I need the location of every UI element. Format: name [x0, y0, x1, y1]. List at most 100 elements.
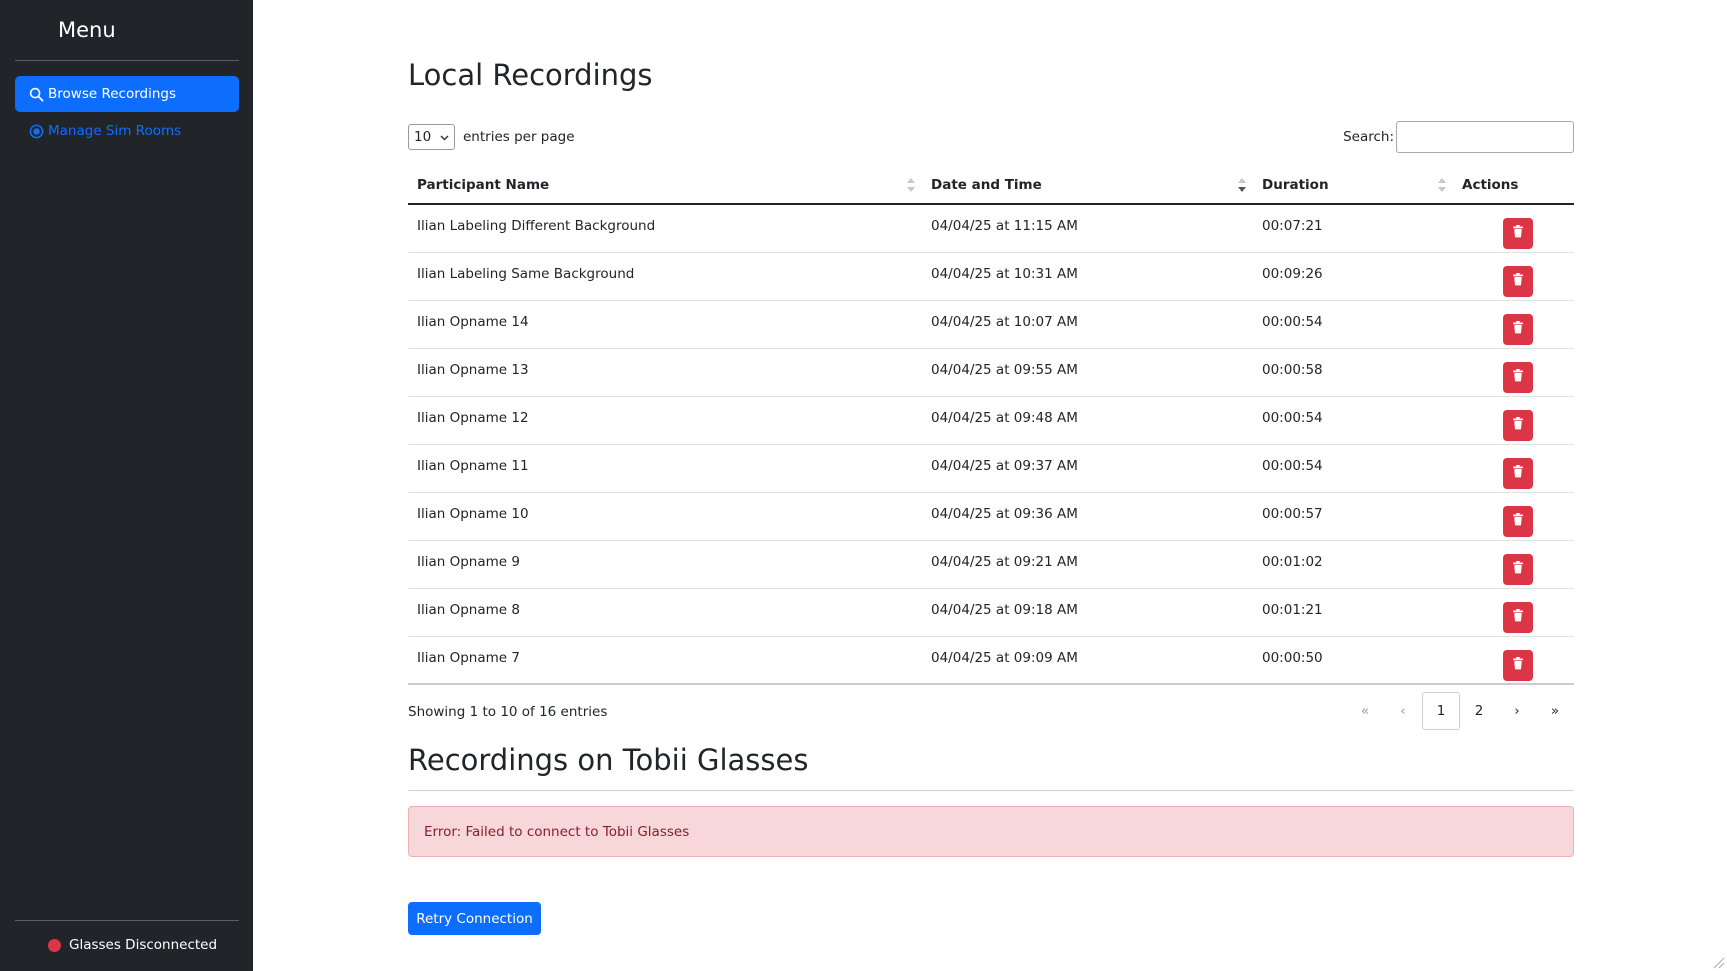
- delete-button[interactable]: [1503, 409, 1533, 441]
- table-info: Showing 1 to 10 of 16 entries: [408, 704, 608, 720]
- table-row[interactable]: Ilian Opname 8 04/04/25 at 09:18 AM 00:01:…: [408, 588, 1574, 637]
- delete-button[interactable]: [1503, 457, 1533, 489]
- cell-participant-name: Ilian Labeling Same Background: [408, 252, 922, 301]
- search-icon: [29, 87, 44, 102]
- sidebar-title: Menu: [58, 18, 116, 42]
- trash-icon: [1512, 656, 1524, 674]
- cell-participant-name: Ilian Opname 14: [408, 300, 922, 349]
- trash-icon: [1512, 320, 1524, 338]
- sidebar-divider: [15, 60, 239, 61]
- cell-participant-name: Ilian Opname 7: [408, 636, 922, 685]
- trash-icon: [1512, 560, 1524, 578]
- cell-date-time: 04/04/25 at 09:09 AM: [922, 636, 1253, 685]
- search-label: Search:: [1343, 129, 1394, 145]
- delete-button[interactable]: [1503, 505, 1533, 537]
- table-row[interactable]: Ilian Opname 12 04/04/25 at 09:48 AM 00:00…: [408, 396, 1574, 445]
- table-row[interactable]: Ilian Opname 13 04/04/25 at 09:55 AM 00:00…: [408, 348, 1574, 397]
- sidebar-item-label: Browse Recordings: [48, 86, 176, 102]
- pagination: « ‹ 1 2 › »: [1346, 692, 1574, 730]
- trash-icon: [1512, 368, 1524, 386]
- cell-date-time: 04/04/25 at 10:31 AM: [922, 252, 1253, 301]
- error-message: Error: Failed to connect to Tobii Glasse…: [424, 823, 690, 840]
- sidebar-item-manage-sim-rooms[interactable]: Manage Sim Rooms: [15, 114, 239, 148]
- target-icon: [29, 124, 44, 139]
- sidebar-item-label: Manage Sim Rooms: [48, 123, 182, 139]
- error-alert: Error: Failed to connect to Tobii Glasse…: [408, 806, 1574, 857]
- entries-per-page-select[interactable]: 10: [408, 124, 455, 150]
- cell-duration: 00:00:58: [1253, 348, 1453, 397]
- cell-duration: 00:00:54: [1253, 300, 1453, 349]
- sidebar-item-browse-recordings[interactable]: Browse Recordings: [15, 76, 239, 112]
- delete-button[interactable]: [1503, 218, 1533, 249]
- cell-date-time: 04/04/25 at 09:55 AM: [922, 348, 1253, 397]
- search: Search:: [1343, 121, 1574, 153]
- table-row[interactable]: Ilian Labeling Different Background 04/04…: [408, 204, 1574, 253]
- cell-duration: 00:07:21: [1253, 204, 1453, 253]
- cell-duration: 00:09:26: [1253, 252, 1453, 301]
- cell-participant-name: Ilian Opname 10: [408, 492, 922, 541]
- cell-actions: [1453, 396, 1574, 445]
- cell-date-time: 04/04/25 at 09:36 AM: [922, 492, 1253, 541]
- cell-duration: 00:00:57: [1253, 492, 1453, 541]
- table-row[interactable]: Ilian Opname 14 04/04/25 at 10:07 AM 00:00…: [408, 300, 1574, 349]
- cell-date-time: 04/04/25 at 10:07 AM: [922, 300, 1253, 349]
- table-row[interactable]: Ilian Opname 9 04/04/25 at 09:21 AM 00:01:…: [408, 540, 1574, 589]
- delete-button[interactable]: [1503, 601, 1533, 633]
- column-header-participant-name[interactable]: Participant Name: [408, 166, 922, 205]
- trash-icon: [1512, 225, 1524, 242]
- cell-participant-name: Ilian Opname 11: [408, 444, 922, 493]
- table-row[interactable]: Ilian Labeling Same Background 04/04/25 a…: [408, 252, 1574, 301]
- pagination-page-1[interactable]: 1: [1422, 692, 1460, 730]
- column-header-label: Actions: [1462, 176, 1519, 193]
- entries-per-page-value: 10: [414, 129, 432, 145]
- sidebar-divider: [15, 920, 239, 921]
- delete-button[interactable]: [1503, 313, 1533, 345]
- pagination-first-button[interactable]: «: [1346, 692, 1384, 730]
- cell-date-time: 04/04/25 at 11:15 AM: [922, 204, 1253, 253]
- sort-descending-icon: [1238, 178, 1246, 192]
- table-row[interactable]: Ilian Opname 7 04/04/25 at 09:09 AM 00:00:…: [408, 636, 1574, 685]
- tobii-section-title: Recordings on Tobii Glasses: [408, 743, 809, 777]
- cell-actions: [1453, 300, 1574, 349]
- column-header-date-and-time[interactable]: Date and Time: [922, 166, 1253, 205]
- column-header-label: Participant Name: [417, 176, 550, 193]
- chevron-down-icon: [440, 129, 449, 145]
- pagination-page-2[interactable]: 2: [1460, 692, 1498, 730]
- pagination-last-button[interactable]: »: [1536, 692, 1574, 730]
- cell-date-time: 04/04/25 at 09:18 AM: [922, 588, 1253, 637]
- pagination-next-button[interactable]: ›: [1498, 692, 1536, 730]
- cell-duration: 00:00:54: [1253, 396, 1453, 445]
- column-header-duration[interactable]: Duration: [1253, 166, 1453, 205]
- table-row[interactable]: Ilian Opname 10 04/04/25 at 09:36 AM 00:00…: [408, 492, 1574, 541]
- cell-actions: [1453, 540, 1574, 589]
- resize-grip-icon[interactable]: [1711, 955, 1725, 969]
- status-label: Glasses Disconnected: [69, 937, 218, 953]
- cell-actions: [1453, 348, 1574, 397]
- delete-button[interactable]: [1503, 265, 1533, 297]
- page-title: Local Recordings: [408, 58, 653, 92]
- trash-icon: [1512, 512, 1524, 530]
- sort-icon: [1438, 178, 1446, 192]
- delete-button[interactable]: [1503, 553, 1533, 585]
- cell-actions: [1453, 588, 1574, 637]
- cell-date-time: 04/04/25 at 09:37 AM: [922, 444, 1253, 493]
- column-header-label: Duration: [1262, 176, 1329, 193]
- cell-participant-name: Ilian Opname 12: [408, 396, 922, 445]
- pagination-prev-button[interactable]: ‹: [1384, 692, 1422, 730]
- trash-icon: [1512, 464, 1524, 482]
- cell-participant-name: Ilian Opname 13: [408, 348, 922, 397]
- table-body: Ilian Labeling Different Background 04/04…: [408, 204, 1574, 685]
- cell-actions: [1453, 204, 1574, 253]
- status-dot-icon: [48, 938, 61, 952]
- retry-connection-button[interactable]: Retry Connection: [408, 902, 541, 935]
- search-input[interactable]: [1396, 121, 1574, 153]
- delete-button[interactable]: [1503, 361, 1533, 393]
- delete-button[interactable]: [1503, 649, 1533, 681]
- cell-actions: [1453, 636, 1574, 685]
- sidebar: Menu Browse Recordings Manage Sim Rooms …: [0, 0, 253, 971]
- cell-participant-name: Ilian Labeling Different Background: [408, 204, 922, 253]
- cell-duration: 00:01:02: [1253, 540, 1453, 589]
- trash-icon: [1512, 608, 1524, 626]
- cell-date-time: 04/04/25 at 09:21 AM: [922, 540, 1253, 589]
- table-row[interactable]: Ilian Opname 11 04/04/25 at 09:37 AM 00:00…: [408, 444, 1574, 493]
